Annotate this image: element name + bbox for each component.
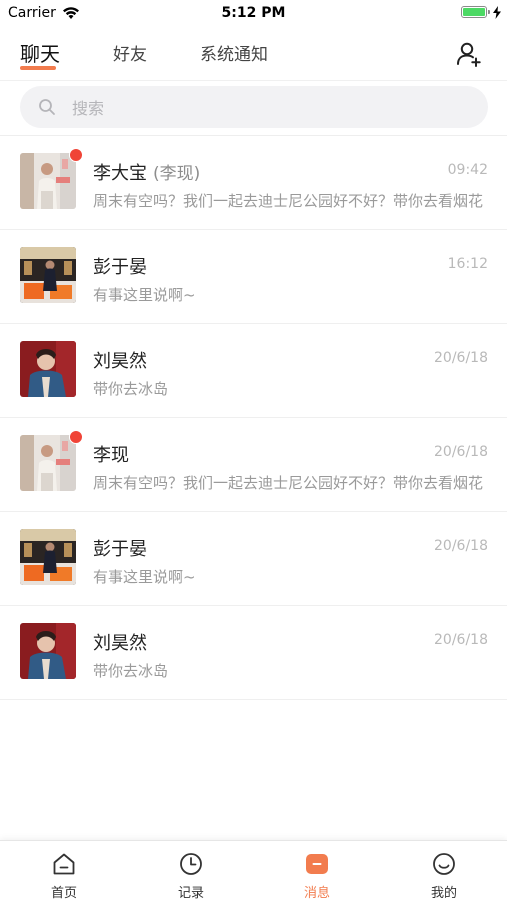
chat-row-5[interactable]: 彭于晏 20/6/18 有事这里说啊~ bbox=[0, 512, 507, 606]
message-time: 16:12 bbox=[447, 256, 488, 272]
contact-name: 李大宝 bbox=[93, 163, 147, 184]
home-icon bbox=[52, 852, 76, 876]
contact-name-line: 李现 bbox=[93, 441, 129, 467]
message-time: 20/6/18 bbox=[434, 538, 488, 554]
status-time: 5:12 PM bbox=[221, 5, 286, 21]
message-preview: 带你去冰岛 bbox=[93, 380, 169, 398]
nav-home[interactable]: 首页 bbox=[1, 841, 127, 900]
tab-chat[interactable]: 聊天 bbox=[20, 38, 60, 67]
contact-name-line: 刘昊然 bbox=[93, 347, 147, 373]
add-friend-button[interactable] bbox=[455, 40, 483, 68]
chat-row-1[interactable]: 李大宝 (李现) 09:42 周末有空吗？我们一起去迪士尼公园好不好？带你去看烟花 bbox=[0, 136, 507, 230]
message-preview: 周末有空吗？我们一起去迪士尼公园好不好？带你去看烟花 bbox=[93, 192, 484, 210]
nav-profile-label: 我的 bbox=[430, 886, 457, 900]
nav-messages[interactable]: 消息 bbox=[254, 841, 380, 900]
contact-name: 李现 bbox=[93, 445, 129, 466]
nav-records-label: 记录 bbox=[177, 886, 204, 900]
unread-badge bbox=[69, 430, 83, 444]
chat-screen: Carrier 5:12 PM 聊天 好友 系统通知 搜索 李大宝 (李现) 0… bbox=[0, 0, 507, 900]
status-bar: Carrier 5:12 PM bbox=[0, 0, 507, 28]
nav-home-label: 首页 bbox=[50, 886, 77, 900]
smile-icon bbox=[432, 852, 456, 876]
unread-badge bbox=[69, 148, 83, 162]
chat-list: 李大宝 (李现) 09:42 周末有空吗？我们一起去迪士尼公园好不好？带你去看烟花 bbox=[0, 136, 507, 700]
nav-messages-label: 消息 bbox=[303, 886, 330, 900]
chat-row-2[interactable]: 彭于晏 16:12 有事这里说啊~ bbox=[0, 230, 507, 324]
message-time: 20/6/18 bbox=[434, 350, 488, 366]
avatar bbox=[20, 529, 76, 585]
contact-name: 彭于晏 bbox=[93, 539, 147, 560]
contact-name-line: 彭于晏 bbox=[93, 535, 147, 561]
avatar bbox=[20, 623, 76, 679]
nav-profile[interactable]: 我的 bbox=[381, 841, 507, 900]
contact-name-line: 李大宝 (李现) bbox=[93, 159, 200, 185]
avatar bbox=[20, 153, 76, 209]
clock-icon bbox=[179, 852, 203, 876]
search-input[interactable] bbox=[70, 86, 474, 130]
top-tab-bar: 聊天 好友 系统通知 bbox=[0, 28, 507, 81]
charging-icon bbox=[493, 4, 501, 23]
avatar bbox=[20, 341, 76, 397]
tab-friends[interactable]: 好友 bbox=[113, 40, 147, 65]
contact-remark: (李现) bbox=[153, 164, 201, 184]
contact-name: 刘昊然 bbox=[93, 633, 147, 654]
add-user-icon bbox=[457, 42, 481, 67]
contact-name-line: 彭于晏 bbox=[93, 253, 147, 279]
chat-row-4[interactable]: 李现 20/6/18 周末有空吗？我们一起去迪士尼公园好不好？带你去看烟花 bbox=[0, 418, 507, 512]
avatar bbox=[20, 435, 76, 491]
contact-name-line: 刘昊然 bbox=[93, 629, 147, 655]
search-bar bbox=[20, 86, 488, 130]
bottom-tab-bar: 首页 记录 消息 我的 bbox=[0, 840, 507, 900]
active-tab-indicator bbox=[20, 66, 56, 70]
message-time: 20/6/18 bbox=[434, 632, 488, 648]
message-time: 20/6/18 bbox=[434, 444, 488, 460]
message-preview: 带你去冰岛 bbox=[93, 662, 169, 680]
chat-row-6[interactable]: 刘昊然 20/6/18 带你去冰岛 bbox=[0, 606, 507, 700]
search-icon bbox=[38, 98, 56, 120]
message-time: 09:42 bbox=[447, 162, 488, 178]
tab-system-notice[interactable]: 系统通知 bbox=[200, 40, 268, 65]
contact-name: 彭于晏 bbox=[93, 257, 147, 278]
battery-icon bbox=[461, 6, 490, 18]
avatar bbox=[20, 247, 76, 303]
message-preview: 有事这里说啊~ bbox=[93, 568, 196, 586]
message-preview: 有事这里说啊~ bbox=[93, 286, 196, 304]
nav-records[interactable]: 记录 bbox=[128, 841, 254, 900]
contact-name: 刘昊然 bbox=[93, 351, 147, 372]
chat-row-3[interactable]: 刘昊然 20/6/18 带你去冰岛 bbox=[0, 324, 507, 418]
message-icon bbox=[305, 852, 329, 876]
message-preview: 周末有空吗？我们一起去迪士尼公园好不好？带你去看烟花 bbox=[93, 474, 484, 492]
